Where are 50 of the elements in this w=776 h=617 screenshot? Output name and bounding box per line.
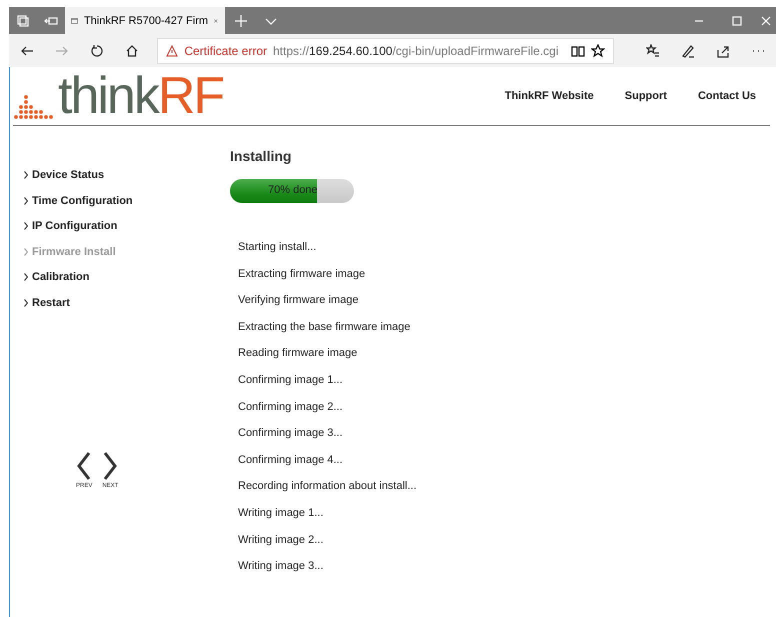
log-line: Confirming image 3... — [238, 427, 344, 442]
warning-icon — [166, 44, 178, 56]
sidebar-link[interactable]: Device Status — [24, 169, 230, 195]
log-line: Reading firmware image — [238, 347, 358, 362]
log-line: Confirming image 4... — [238, 454, 344, 468]
log-line: Writing image 2... — [238, 534, 324, 548]
header-link[interactable]: Support — [624, 90, 667, 102]
log-line: Writing image 3... — [238, 560, 324, 574]
log-line: Extracting firmware image — [238, 268, 366, 282]
tabs-aside-icon[interactable] — [16, 14, 30, 28]
plus-icon[interactable] — [234, 14, 248, 28]
log-line: Confirming image 1... — [238, 374, 344, 388]
log-line: Starting install... — [238, 241, 318, 255]
log-line: Confirming image 2... — [238, 400, 344, 415]
sidebar-link[interactable]: IP Configuration — [24, 220, 230, 246]
dots-logo-icon — [13, 92, 55, 120]
chevron-icon — [24, 171, 28, 179]
share-icon[interactable] — [716, 44, 730, 58]
certificate-warning[interactable]: Certificate error — [184, 44, 267, 58]
tab-title: ThinkRF R5700-427 Firm — [84, 14, 208, 26]
home-icon[interactable] — [124, 44, 139, 58]
log-line: Verifying firmware image — [238, 294, 360, 308]
browser-tab[interactable]: ThinkRF R5700-427 Firm — [65, 7, 225, 34]
address-bar[interactable]: Certificate error https://169.254.60.100/cgi-bin/uploadFirmwareFile.cgi — [157, 38, 614, 64]
maximize-icon[interactable] — [730, 14, 744, 28]
log-line: Writing image 1... — [238, 506, 324, 521]
url-text: https://169.254.60.100/cgi-bin/uploadFirmwareFile.cgi — [273, 44, 559, 58]
chevron-right-icon — [102, 450, 118, 481]
log-line: Extracting the base firmware image — [238, 320, 412, 335]
logo-text: thinkRF — [58, 72, 224, 120]
pen-icon[interactable] — [681, 44, 696, 58]
chevron-icon — [24, 196, 28, 205]
chevron-icon — [24, 298, 28, 307]
header-link[interactable]: ThinkRF Website — [504, 90, 594, 102]
back-icon[interactable] — [20, 44, 34, 58]
header-link[interactable]: Contact Us — [698, 90, 756, 102]
sidebar-link[interactable]: Restart — [24, 296, 230, 323]
log-line: Recording information about install... — [238, 480, 417, 494]
star-icon[interactable] — [590, 44, 605, 58]
chevron-icon — [24, 273, 28, 282]
sidebar-link[interactable]: Time Configuration — [24, 194, 230, 220]
chevron-icon — [24, 222, 28, 230]
sidebar-link[interactable]: Calibration — [24, 271, 230, 297]
page-title: Installing — [230, 148, 292, 164]
progress-label: 70% done — [268, 184, 318, 196]
chevron-left-icon — [76, 450, 92, 481]
refresh-icon[interactable] — [90, 44, 104, 58]
chevron-icon — [24, 248, 28, 256]
close-icon[interactable] — [759, 14, 773, 28]
favorites-icon[interactable] — [646, 44, 660, 58]
